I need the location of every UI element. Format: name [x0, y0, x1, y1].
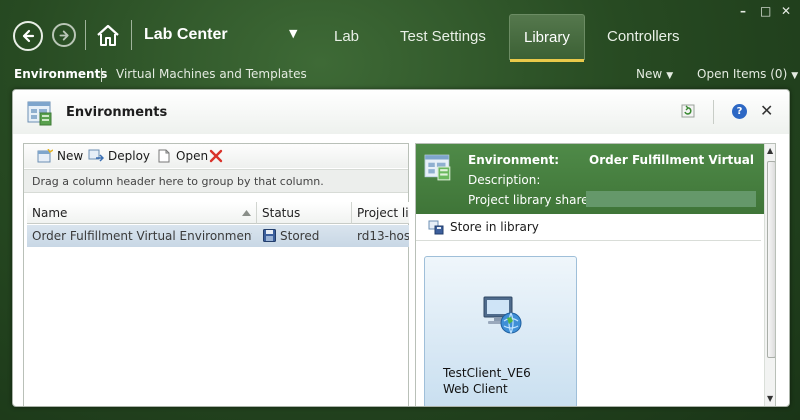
project-library-share-value [586, 191, 756, 207]
details-scrollbar[interactable]: ▲ ▼ [764, 144, 775, 406]
home-button[interactable] [95, 22, 121, 48]
chevron-down-icon[interactable]: ▼ [289, 27, 297, 40]
tab-test-settings[interactable]: Test Settings [386, 14, 500, 60]
row-project-library: rd13-host.r [357, 229, 409, 243]
stored-status-icon [263, 229, 276, 242]
divider [131, 20, 132, 50]
store-in-library-button[interactable]: Store in library [428, 219, 539, 235]
scroll-up-icon[interactable]: ▲ [767, 146, 773, 155]
close-window-button[interactable]: ✕ [781, 4, 791, 18]
divider [101, 68, 102, 82]
environments-list-pane: New Deploy Open Drag a column header her… [23, 143, 409, 406]
new-icon [37, 149, 53, 163]
open-icon [158, 149, 170, 163]
vm-computer-icon [483, 296, 522, 334]
column-header-name[interactable]: Name [27, 202, 257, 224]
divider [416, 240, 761, 241]
sub-navigation: Environments Virtual Machines and Templa… [0, 62, 800, 86]
group-by-hint[interactable]: Drag a column header here to group by th… [24, 169, 408, 193]
panel-title: Environments [66, 105, 168, 120]
deploy-button[interactable]: Deploy [88, 148, 150, 164]
column-header-project-library[interactable]: Project lib [352, 202, 409, 224]
environment-icon [424, 154, 451, 181]
store-library-icon [428, 220, 444, 235]
open-button[interactable]: Open [156, 148, 208, 164]
vm-name: TestClient_VE6 [443, 366, 531, 380]
dropdown-caret-icon: ▼ [666, 71, 674, 81]
row-status: Stored [280, 229, 320, 243]
minimize-button[interactable]: – [740, 4, 746, 18]
new-menu-button[interactable]: New ▼ [636, 67, 673, 81]
close-icon[interactable]: ✕ [760, 101, 773, 120]
column-name-label: Name [32, 206, 68, 220]
open-items-label: Open Items (0) [697, 67, 788, 81]
app-title: Lab Center [144, 26, 228, 43]
open-button-label: Open [176, 149, 209, 163]
tab-lab[interactable]: Lab [320, 14, 373, 60]
new-button[interactable]: New [37, 148, 83, 164]
scroll-down-icon[interactable]: ▼ [767, 394, 773, 403]
environment-value: Order Fulfillment Virtual Env... [589, 153, 754, 167]
scroll-thumb[interactable] [767, 161, 775, 358]
refresh-icon[interactable] [681, 104, 695, 118]
sort-ascending-icon [242, 210, 251, 216]
forward-arrow-icon [59, 30, 69, 40]
environments-panel: Environments ? ✕ New Deploy Open Drag a … [12, 89, 790, 407]
delete-button[interactable] [209, 148, 223, 164]
dropdown-caret-icon: ▼ [791, 71, 799, 81]
title-bar: Lab Center ▼ Lab Test Settings Library C… [0, 0, 800, 62]
forward-button[interactable] [52, 23, 76, 47]
environment-details-pane: Environment: Order Fulfillment Virtual E… [415, 143, 776, 406]
environment-summary: Environment: Order Fulfillment Virtual E… [416, 144, 775, 214]
open-items-button[interactable]: Open Items (0) ▼ [697, 67, 798, 81]
panel-header: Environments ? ✕ [13, 90, 789, 134]
back-arrow-icon [22, 29, 35, 43]
divider [85, 20, 86, 50]
divider [713, 100, 714, 124]
list-toolbar: New Deploy Open [24, 144, 408, 168]
environment-label: Environment: [468, 153, 560, 167]
deploy-icon [88, 149, 104, 162]
project-library-share-label: Project library share: [468, 193, 593, 207]
vm-tile[interactable]: TestClient_VE6 Web Client [424, 256, 577, 406]
tab-controllers[interactable]: Controllers [593, 14, 694, 60]
subnav-environments[interactable]: Environments [14, 67, 107, 81]
new-button-label: New [57, 149, 84, 163]
environment-icon [27, 101, 52, 126]
vm-role: Web Client [443, 382, 508, 396]
home-icon [97, 24, 119, 46]
description-label: Description: [468, 173, 541, 187]
help-icon[interactable]: ? [732, 104, 747, 119]
subnav-virtual-machines-templates[interactable]: Virtual Machines and Templates [116, 67, 307, 81]
maximize-button[interactable]: □ [760, 4, 771, 18]
column-header-status[interactable]: Status [257, 202, 352, 224]
back-button[interactable] [13, 21, 43, 51]
new-menu-label: New [636, 67, 663, 81]
row-name: Order Fulfillment Virtual Environment [32, 229, 252, 243]
delete-icon [209, 149, 223, 163]
store-in-library-label: Store in library [450, 220, 539, 234]
tab-library[interactable]: Library [509, 14, 585, 62]
deploy-button-label: Deploy [108, 149, 151, 163]
